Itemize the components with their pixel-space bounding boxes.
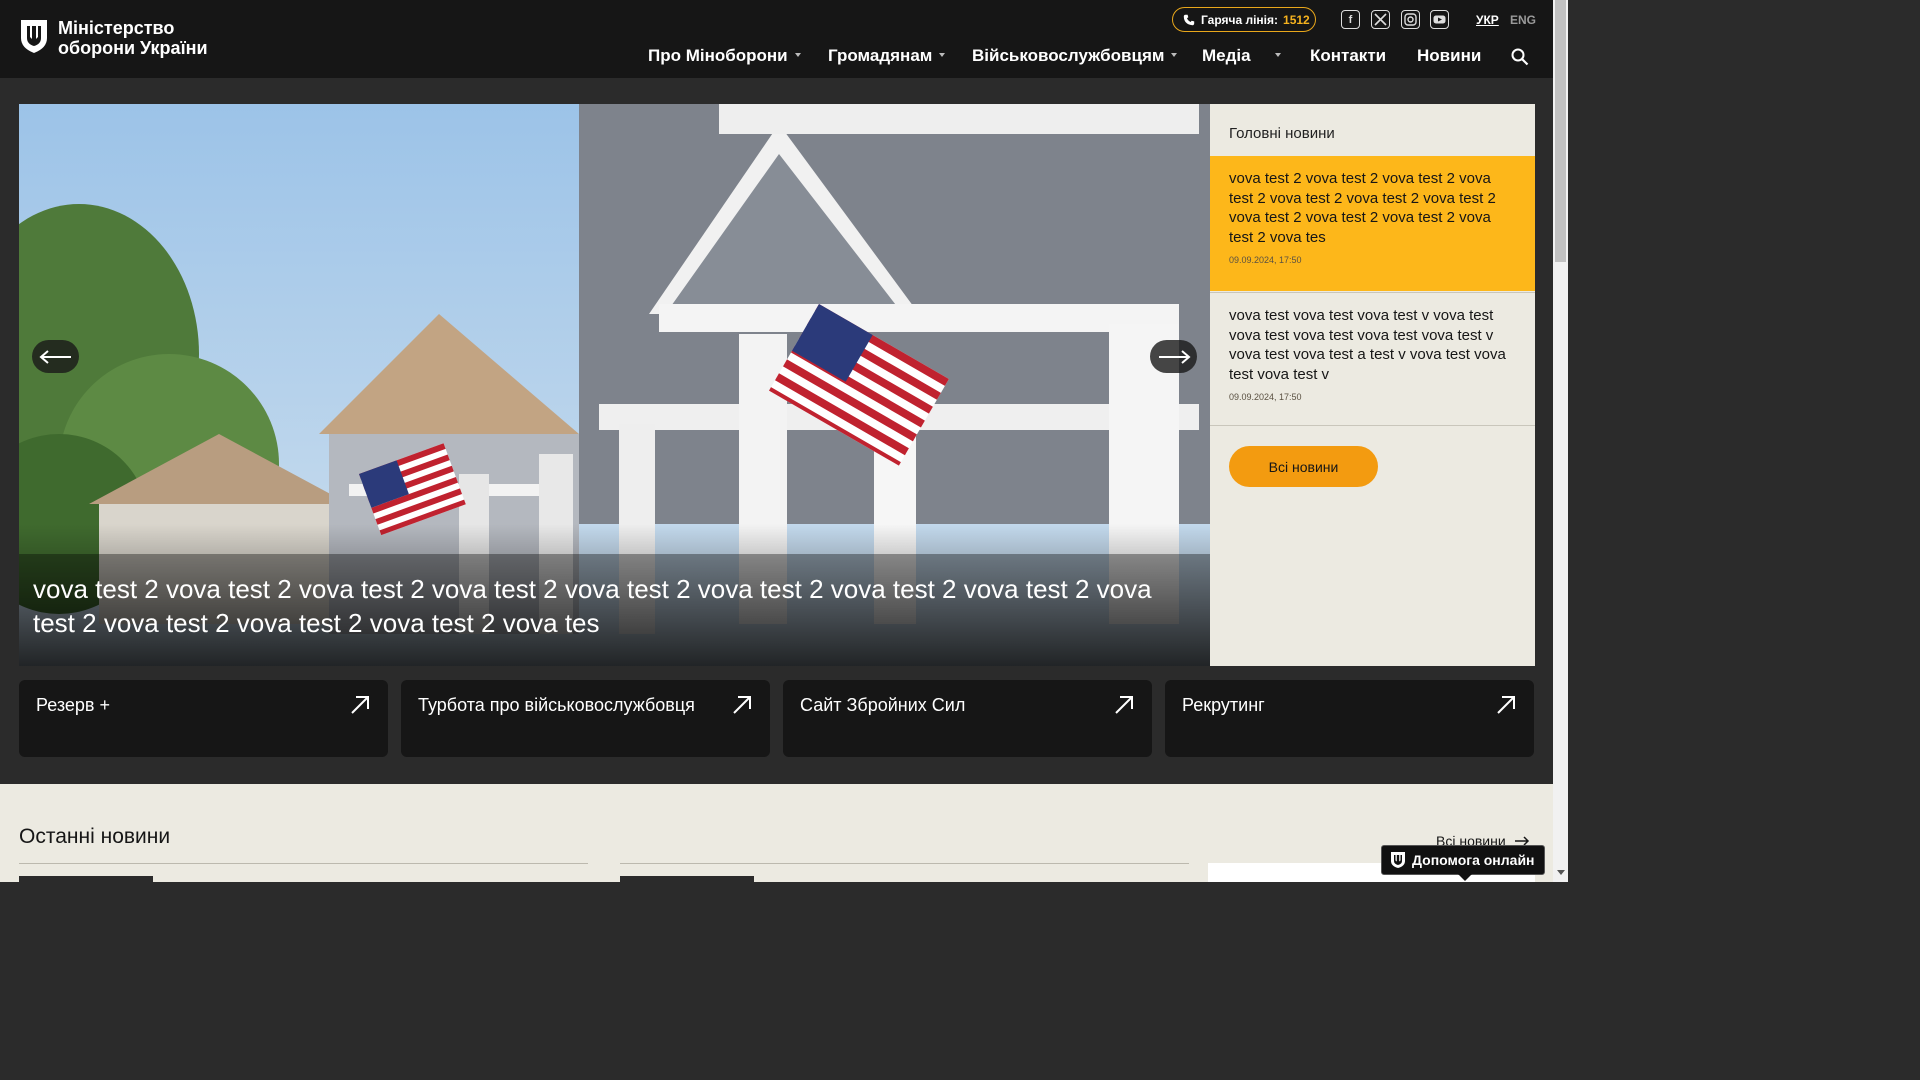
nav-citizens[interactable]: Громадянам (828, 46, 946, 66)
hero-slider[interactable]: vova test 2 vova test 2 vova test 2 vova… (19, 104, 1210, 666)
page-scrollbar[interactable] (1553, 0, 1568, 882)
youtube-icon[interactable] (1430, 10, 1449, 29)
slider-next-button[interactable] (1150, 340, 1197, 373)
help-online-label: Допомога онлайн (1412, 852, 1535, 868)
nav-label: Військовослужбовцям (972, 46, 1165, 65)
hero-caption[interactable]: vova test 2 vova test 2 vova test 2 vova… (33, 572, 1193, 640)
all-news-button[interactable]: Всі новини (1229, 446, 1378, 487)
logo-line-2: оборони України (58, 38, 208, 58)
help-online-button[interactable]: Допомога онлайн (1381, 845, 1545, 881)
arrow-left-icon (38, 349, 71, 364)
instagram-icon[interactable] (1401, 10, 1420, 29)
site-header: Міністерство оборони України Гаряча ліні… (0, 0, 1553, 78)
divider (620, 863, 1189, 864)
latest-news-title: Останні новини (19, 825, 171, 848)
chevron-down-icon (1274, 53, 1281, 58)
x-logo-glyph (1374, 13, 1387, 26)
nav-label: Медіа (1202, 46, 1251, 65)
quicklink-label: Резерв + (36, 695, 110, 715)
scroll-down-arrow-icon[interactable] (1557, 870, 1565, 875)
youtube-glyph (1433, 15, 1446, 24)
top-news-item[interactable]: vova test 2 vova test 2 vova test 2 vova… (1210, 156, 1535, 291)
quicklink-recruiting[interactable]: Рекрутинг (1165, 680, 1534, 757)
logo-text: Міністерство оборони України (58, 18, 208, 58)
slider-prev-button[interactable] (32, 340, 79, 373)
quicklink-label: Сайт Збройних Сил (800, 695, 966, 715)
quicklink-armed-forces[interactable]: Сайт Збройних Сил (783, 680, 1152, 757)
arrow-up-right-icon (733, 696, 751, 714)
nav-contacts[interactable]: Контакти (1310, 46, 1386, 66)
hotline-label: Гаряча лінія: (1201, 12, 1279, 27)
quicklink-care[interactable]: Турбота про військовослужбовця (401, 680, 770, 757)
quicklink-reserve[interactable]: Резерв + (19, 680, 388, 757)
top-news-item[interactable]: vova test vova test vova test v vova tes… (1210, 292, 1535, 426)
news-item-text: vova test vova test vova test v vova tes… (1229, 307, 1506, 383)
nav-about-ministry[interactable]: Про Міноборони (648, 46, 801, 66)
news-thumbnail[interactable] (620, 876, 754, 882)
instagram-glyph (1404, 13, 1417, 26)
scrollbar-thumb[interactable] (1555, 0, 1566, 262)
trident-emblem-icon (1391, 852, 1405, 868)
nav-label: Громадянам (828, 46, 933, 65)
nav-media[interactable]: Медіа (1202, 46, 1281, 66)
quicklink-label: Рекрутинг (1182, 695, 1265, 715)
x-twitter-icon[interactable] (1371, 10, 1390, 29)
top-news-panel: Головні новини vova test 2 vova test 2 v… (1210, 104, 1535, 666)
nav-label: Новини (1417, 46, 1482, 65)
hotline-number: 1512 (1283, 12, 1310, 27)
phone-icon (1183, 14, 1195, 25)
news-item-text: vova test 2 vova test 2 vova test 2 vova… (1229, 170, 1496, 246)
lang-ukr-link[interactable]: УКР (1476, 13, 1499, 27)
lang-eng-link[interactable]: ENG (1510, 13, 1536, 27)
nav-servicemen[interactable]: Військовослужбовцям (972, 46, 1178, 66)
news-item-date: 09.09.2024, 17:50 (1229, 392, 1302, 403)
facebook-icon[interactable]: f (1341, 10, 1360, 29)
search-icon[interactable] (1510, 47, 1530, 67)
arrow-right-icon (1158, 349, 1191, 364)
ministry-logo[interactable]: Міністерство оборони України (19, 18, 208, 58)
chevron-down-icon (794, 53, 801, 58)
trident-emblem-icon (21, 20, 47, 53)
arrow-up-right-icon (1497, 696, 1515, 714)
arrow-up-right-icon (351, 696, 369, 714)
hotline-badge[interactable]: Гаряча лінія: 1512 (1172, 7, 1316, 32)
chevron-down-icon (939, 53, 946, 58)
news-item-date: 09.09.2024, 17:50 (1229, 255, 1302, 266)
nav-label: Про Міноборони (648, 46, 788, 65)
nav-label: Контакти (1310, 46, 1387, 65)
quicklink-label: Турбота про військовослужбовця (418, 695, 695, 715)
divider (19, 863, 588, 864)
latest-news-section: Останні новини Всі новини (0, 784, 1553, 882)
top-news-title: Головні новини (1229, 125, 1335, 142)
news-thumbnail[interactable] (19, 876, 153, 882)
chevron-down-icon (1171, 53, 1178, 58)
arrow-up-right-icon (1115, 696, 1133, 714)
nav-news[interactable]: Новини (1417, 46, 1481, 66)
logo-line-1: Міністерство (58, 18, 175, 38)
